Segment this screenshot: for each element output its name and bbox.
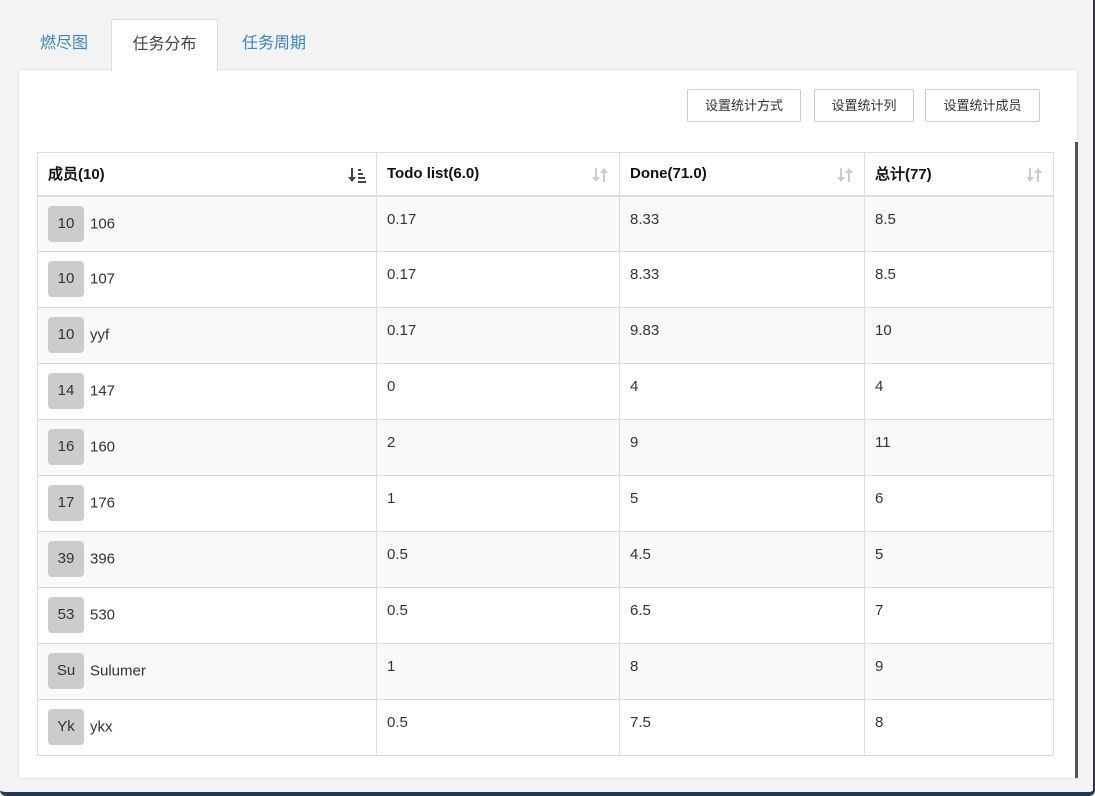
- table-row: 39 396 0.5 4.5 5: [37, 531, 1054, 588]
- table-container: 成员(10) Todo list(6.0) Done(71.0) 总计(77) …: [19, 142, 1078, 778]
- avatar: 16: [48, 429, 84, 465]
- sort-amount-down-icon[interactable]: [348, 166, 366, 184]
- set-stat-members-button[interactable]: 设置统计成员: [925, 89, 1040, 122]
- total-cell: 7: [864, 587, 1054, 644]
- member-name: 530: [90, 606, 116, 624]
- sort-icon[interactable]: [591, 166, 609, 184]
- member-cell: 14 147: [37, 363, 377, 420]
- window: 燃尽图 任务分布 任务周期 设置统计方式 设置统计列 设置统计成员 成员(10)…: [0, 0, 1095, 796]
- total-cell: 10: [864, 307, 1054, 364]
- total-cell: 9: [864, 643, 1054, 700]
- column-header-done[interactable]: Done(71.0): [619, 152, 865, 197]
- member-name: 176: [90, 494, 116, 512]
- member-cell: 16 160: [37, 419, 377, 476]
- todo-cell: 0.17: [376, 251, 620, 308]
- table-row: 10 107 0.17 8.33 8.5: [37, 251, 1054, 308]
- done-cell: 6.5: [619, 587, 865, 644]
- column-header-todo[interactable]: Todo list(6.0): [376, 152, 620, 197]
- total-cell: 4: [864, 363, 1054, 420]
- avatar: 39: [48, 541, 84, 577]
- todo-cell: 1: [376, 643, 620, 700]
- table-row: 53 530 0.5 6.5 7: [37, 587, 1054, 644]
- member-name: 396: [90, 550, 116, 568]
- total-cell: 8: [864, 699, 1054, 756]
- table-row: 17 176 1 5 6: [37, 475, 1054, 532]
- stats-table: 成员(10) Todo list(6.0) Done(71.0) 总计(77) …: [37, 152, 1054, 756]
- done-cell: 9: [619, 419, 865, 476]
- tab-task-cycle[interactable]: 任务周期: [224, 19, 324, 69]
- done-cell: 8: [619, 643, 865, 700]
- table-body: 10 106 0.17 8.33 8.5 10 107 0.17 8.33 8.5 10 yyf 0.1…: [37, 195, 1054, 756]
- member-name: 106: [90, 215, 116, 232]
- tab-bar: 燃尽图 任务分布 任务周期: [18, 19, 1076, 72]
- member-cell: 17 176: [37, 475, 377, 532]
- set-stat-columns-button[interactable]: 设置统计列: [814, 89, 914, 122]
- toolbar: 设置统计方式 设置统计列 设置统计成员: [19, 70, 1077, 140]
- todo-cell: 0.17: [376, 195, 620, 252]
- column-header-label: Done(71.0): [630, 165, 707, 183]
- table-row: 10 yyf 0.17 9.83 10: [37, 307, 1054, 364]
- tab-burndown[interactable]: 燃尽图: [18, 19, 110, 69]
- sort-icon[interactable]: [1025, 166, 1043, 184]
- member-name: yyf: [90, 326, 110, 344]
- avatar: 17: [48, 485, 84, 521]
- member-cell: 39 396: [37, 531, 377, 588]
- todo-cell: 0.5: [376, 587, 620, 644]
- member-cell: 53 530: [37, 587, 377, 644]
- total-cell: 6: [864, 475, 1054, 532]
- done-cell: 9.83: [619, 307, 865, 364]
- total-cell: 5: [864, 531, 1054, 588]
- table-row: Su Sulumer 1 8 9: [37, 643, 1054, 700]
- done-cell: 8.33: [619, 251, 865, 308]
- todo-cell: 0: [376, 363, 620, 420]
- member-cell: Su Sulumer: [37, 643, 377, 700]
- column-header-member[interactable]: 成员(10): [37, 152, 377, 197]
- done-cell: 4: [619, 363, 865, 420]
- tab-task-distribution[interactable]: 任务分布: [111, 19, 218, 72]
- column-header-label: 总计(77): [875, 166, 932, 184]
- table-header-row: 成员(10) Todo list(6.0) Done(71.0) 总计(77): [37, 152, 1054, 197]
- avatar: Yk: [48, 709, 84, 745]
- member-name: ykx: [90, 718, 113, 736]
- member-name: 107: [90, 270, 116, 288]
- sort-icon[interactable]: [836, 166, 854, 184]
- member-name: 147: [90, 382, 116, 400]
- avatar: Su: [48, 653, 84, 689]
- column-header-total[interactable]: 总计(77): [864, 152, 1054, 197]
- todo-cell: 0.17: [376, 307, 620, 364]
- done-cell: 4.5: [619, 531, 865, 588]
- member-cell: Yk ykx: [37, 699, 377, 756]
- table-row: 16 160 2 9 11: [37, 419, 1054, 476]
- member-name: 160: [90, 438, 116, 456]
- todo-cell: 0.5: [376, 699, 620, 756]
- total-cell: 8.5: [864, 195, 1054, 252]
- member-cell: 10 yyf: [37, 307, 377, 364]
- avatar: 14: [48, 373, 84, 409]
- todo-cell: 2: [376, 419, 620, 476]
- avatar: 10: [48, 317, 84, 353]
- done-cell: 8.33: [619, 195, 865, 252]
- done-cell: 5: [619, 475, 865, 532]
- total-cell: 11: [864, 419, 1054, 476]
- content-card: 设置统计方式 设置统计列 设置统计成员 成员(10) Todo list(6.0…: [18, 69, 1078, 779]
- table-row: 10 106 0.17 8.33 8.5: [37, 195, 1054, 252]
- done-cell: 7.5: [619, 699, 865, 756]
- avatar: 53: [48, 597, 84, 633]
- column-header-label: Todo list(6.0): [387, 165, 480, 183]
- member-cell: 10 106: [37, 195, 377, 252]
- total-cell: 8.5: [864, 251, 1054, 308]
- set-stat-method-button[interactable]: 设置统计方式: [687, 89, 801, 122]
- todo-cell: 1: [376, 475, 620, 532]
- member-cell: 10 107: [37, 251, 377, 308]
- table-row: Yk ykx 0.5 7.5 8: [37, 699, 1054, 756]
- column-header-label: 成员(10): [48, 166, 105, 184]
- avatar: 10: [48, 205, 84, 242]
- todo-cell: 0.5: [376, 531, 620, 588]
- avatar: 10: [48, 261, 84, 297]
- member-name: Sulumer: [90, 662, 146, 680]
- table-row: 14 147 0 4 4: [37, 363, 1054, 420]
